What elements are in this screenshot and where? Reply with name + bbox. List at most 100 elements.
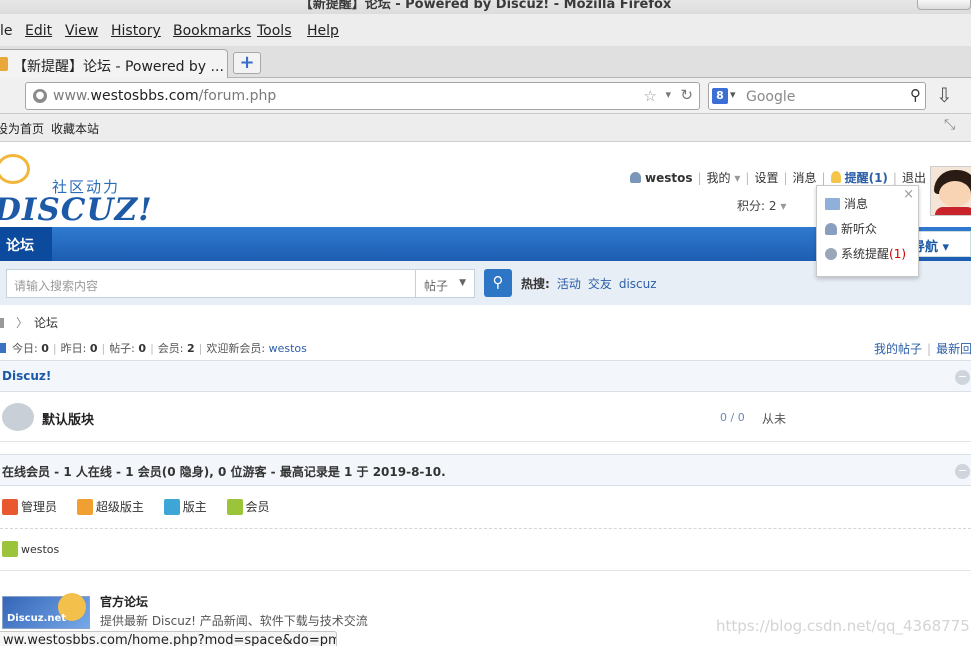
url-domain: westosbbs.com (90, 88, 199, 104)
category-header: Discuz! − (0, 360, 971, 392)
quick-nav-caret-icon: ▾ (942, 240, 950, 255)
hot-searches: 热搜: 活动 交友 discuz (521, 275, 657, 292)
separator: | (101, 342, 106, 355)
latest-replies-link[interactable]: 最新回 (936, 342, 971, 356)
messages-link[interactable]: 消息 (793, 171, 817, 185)
legend-mod: 版主 (163, 499, 207, 515)
url-prefix: www. (53, 88, 91, 104)
super-mod-icon (76, 499, 93, 515)
official-forum-desc: 提供最新 Discuz! 产品新闻、软件下载与技术交流 (100, 614, 368, 628)
reload-icon[interactable]: ↻ (680, 86, 693, 104)
hot-link-discuz[interactable]: discuz (619, 277, 657, 291)
menu-help[interactable]: Help (307, 23, 339, 39)
nav-forum-label: 论坛 (6, 238, 34, 254)
close-icon[interactable]: × (903, 187, 914, 202)
hot-link-activity[interactable]: 活动 (557, 277, 581, 291)
forum-last-post: 从未 (762, 412, 787, 426)
my-menu[interactable]: 我的 (707, 171, 731, 185)
official-forum-badge[interactable]: Discuz.net (2, 593, 90, 629)
collapse-icon[interactable]: − (955, 464, 970, 479)
avatar[interactable] (930, 166, 971, 216)
home-icon[interactable] (0, 318, 4, 328)
separator: | (783, 171, 788, 185)
watermark: https://blog.csdn.net/qq_43687755 (716, 617, 971, 635)
new-tab-button[interactable]: + (233, 52, 261, 74)
menu-edit[interactable]: Edit (25, 23, 52, 39)
stat-value: 0 (138, 342, 147, 355)
page-favicon-icon (0, 57, 8, 71)
search-engine-box[interactable]: 8 ▾ Google ⚲ (708, 82, 926, 110)
popup-count: (1) (889, 247, 907, 261)
online-title[interactable]: 在线会员 - 1 人在线 - 1 会员(0 隐身), 0 位游客 - 最高记录是… (2, 463, 446, 480)
online-user[interactable]: westos (2, 541, 59, 557)
tab-forum[interactable]: 【新提醒】论坛 - Powered by ... (0, 49, 228, 79)
official-forum-title[interactable]: 官方论坛 (100, 593, 148, 610)
separator: | (892, 171, 897, 185)
window-title: 【新提醒】论坛 - Powered by Discuz! - Mozilla F… (299, 0, 672, 12)
popup-label: 系统提醒 (841, 247, 890, 261)
engine-dropdown-icon[interactable]: ▾ (730, 88, 736, 101)
search-type-label: 帖子 (424, 279, 449, 293)
reminders-link[interactable]: 提醒(1) (845, 171, 888, 185)
stat-value: 0 (89, 342, 98, 355)
menu-file[interactable]: le (0, 23, 13, 39)
google-icon[interactable]: 8 (712, 88, 728, 104)
stat-label: 帖子: (109, 342, 135, 355)
site-logo[interactable]: 社区动力 DISCUZ! (0, 154, 152, 228)
menu-help-label: Help (307, 23, 339, 39)
envelope-icon (825, 198, 840, 210)
url-bar[interactable]: ● www.westosbbs.com/forum.php ☆ ▾ ↻ (25, 82, 700, 110)
window-controls[interactable] (917, 0, 971, 10)
member-icon (2, 541, 18, 557)
legend-label: 会员 (245, 500, 270, 514)
menu-tools[interactable]: Tools (257, 23, 292, 39)
forum-search-input[interactable]: 请输入搜索内容 (6, 269, 416, 298)
my-posts-link[interactable]: 我的帖子 (874, 342, 922, 356)
breadcrumb-forum[interactable]: 论坛 (34, 316, 58, 330)
forum-name-link[interactable]: 默认版块 (42, 409, 94, 428)
member-icon (226, 499, 243, 515)
forum-bubble-icon (2, 403, 34, 431)
popup-item-system[interactable]: 系统提醒(1) (825, 245, 906, 262)
rss-icon[interactable] (0, 343, 6, 353)
settings-link[interactable]: 设置 (754, 171, 778, 185)
collapse-icon[interactable]: − (955, 370, 970, 385)
person-icon (825, 223, 837, 235)
menu-bookmarks-label: Bookmarks (173, 23, 252, 39)
forum-row: 默认版块 0 / 0 从未 (0, 393, 971, 442)
logout-link[interactable]: 退出 (902, 171, 926, 185)
bookmarks-toolbar: 设为首页 收藏本站 ⤡ (0, 114, 971, 142)
menu-history[interactable]: History (111, 23, 161, 39)
search-button[interactable]: ⚲ (484, 269, 512, 297)
magnifier-icon[interactable]: ⚲ (910, 86, 921, 104)
bookmark-star-icon[interactable]: ☆ (644, 87, 657, 105)
menu-view[interactable]: View (65, 23, 98, 39)
bookmark-favorite[interactable]: 收藏本站 (51, 120, 99, 137)
collapse-arrows-icon[interactable]: ⤡ (944, 117, 955, 133)
online-header: 在线会员 - 1 人在线 - 1 会员(0 隐身), 0 位游客 - 最高记录是… (0, 454, 971, 486)
menu-bookmarks[interactable]: Bookmarks (173, 23, 251, 39)
my-dropdown-icon[interactable]: ▾ (731, 171, 740, 185)
search-type-select[interactable]: 帖子 ▼ (415, 269, 475, 298)
credits-menu[interactable]: 积分: 2 ▾ (737, 197, 786, 214)
legend-super-mod: 超级版主 (76, 499, 144, 515)
tab-bar: 【新提醒】论坛 - Powered by ... + (0, 46, 971, 79)
history-dropdown-icon[interactable]: ▾ (665, 88, 671, 101)
new-member-link[interactable]: westos (269, 342, 307, 355)
bookmark-set-home[interactable]: 设为首页 (0, 120, 44, 137)
download-icon[interactable]: ⇩ (936, 83, 953, 107)
reminder-bulb-icon (830, 171, 841, 183)
popup-label: 消息 (844, 197, 869, 211)
hot-link-friends[interactable]: 交友 (588, 277, 612, 291)
avatar-face (939, 181, 971, 207)
nav-forum[interactable]: 论坛 (0, 227, 52, 261)
popup-item-messages[interactable]: 消息 (825, 195, 868, 212)
back-icon[interactable]: ⁞ (0, 86, 16, 106)
mod-icon (163, 499, 180, 515)
popup-item-followers[interactable]: 新听众 (825, 220, 877, 237)
username-link[interactable]: westos (645, 171, 693, 185)
separator: | (150, 342, 154, 355)
divider (0, 570, 971, 571)
category-title[interactable]: Discuz! (2, 369, 51, 383)
globe-icon: ● (33, 89, 47, 103)
